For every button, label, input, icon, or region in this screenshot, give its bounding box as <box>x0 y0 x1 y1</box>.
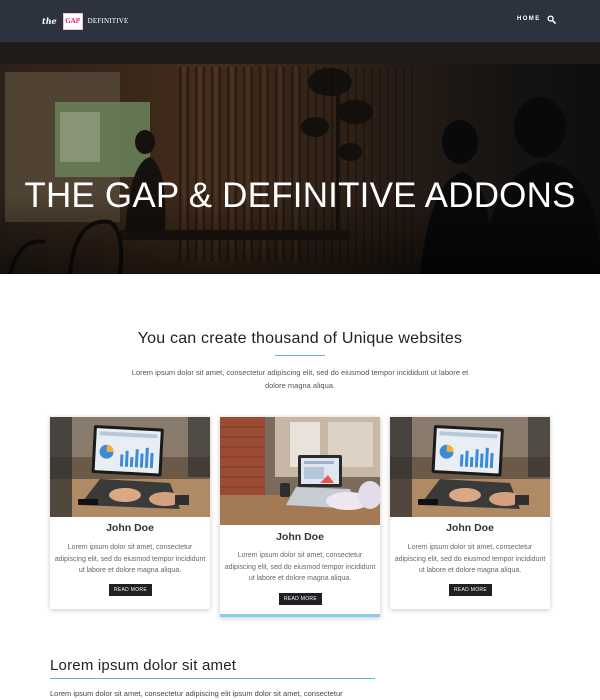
section-paragraph: Lorem ipsum dolor sit amet, consectetur … <box>50 689 343 698</box>
search-icon[interactable] <box>547 15 556 24</box>
card-image <box>50 417 210 517</box>
card-image <box>220 417 380 525</box>
site-logo[interactable]: the GAP DEFINITIVE <box>42 12 129 30</box>
profile-card-featured: John Doe Lorem ipsum dolor sit amet, con… <box>220 417 380 617</box>
section-divider <box>50 678 375 679</box>
intro-paragraph: Lorem ipsum dolor sit amet, consectetur … <box>131 368 469 390</box>
read-more-button[interactable]: READ MORE <box>279 593 322 605</box>
card-description: Lorem ipsum dolor sit amet, consectetur … <box>54 544 206 574</box>
hero-banner: THE GAP & DEFINITIVE ADDONS <box>0 42 600 274</box>
hero-title: THE GAP & DEFINITIVE ADDONS <box>24 176 576 215</box>
card-image <box>390 417 550 517</box>
profile-card: John Doe Lorem ipsum dolor sit amet, con… <box>50 417 210 609</box>
logo-definitive-text: DEFINITIVE <box>87 17 129 25</box>
read-more-button[interactable]: READ MORE <box>449 584 492 596</box>
laptop-charts-photo <box>390 417 550 517</box>
hero-background-image <box>0 42 600 274</box>
nav-home-link[interactable]: HOME <box>517 16 541 22</box>
navbar: the GAP DEFINITIVE HOME <box>0 0 600 42</box>
logo-the-text: the <box>42 16 57 26</box>
card-name: John Doe <box>106 522 154 534</box>
logo-gap-mark: GAP <box>62 12 83 30</box>
laptop-office-photo <box>220 417 380 525</box>
card-description: Lorem ipsum dolor sit amet, consectetur … <box>394 544 546 574</box>
section-heading: Lorem ipsum dolor sit amet <box>50 657 237 674</box>
intro-divider <box>275 355 325 356</box>
read-more-button[interactable]: READ MORE <box>109 584 152 596</box>
intro-heading: You can create thousand of Unique websit… <box>137 330 463 347</box>
card-name: John Doe <box>446 522 494 534</box>
laptop-charts-photo <box>50 417 210 517</box>
card-description: Lorem ipsum dolor sit amet, consectetur … <box>224 552 376 582</box>
profile-card: John Doe Lorem ipsum dolor sit amet, con… <box>390 417 550 609</box>
card-name: John Doe <box>276 531 324 543</box>
